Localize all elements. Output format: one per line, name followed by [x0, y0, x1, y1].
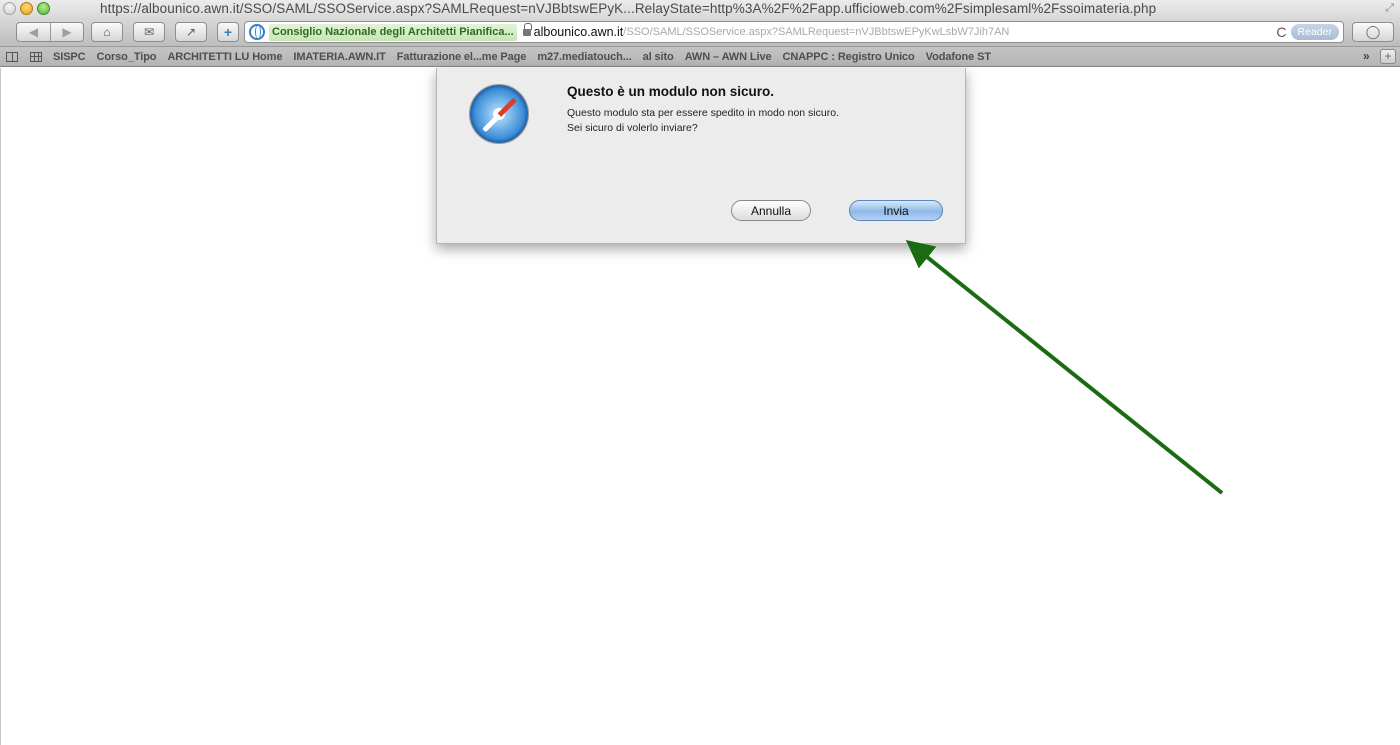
- forward-icon[interactable]: ▶: [50, 23, 83, 41]
- bookmarks-bar: SISPC Corso_Tipo ARCHITETTI LU Home IMAT…: [0, 47, 1400, 67]
- globe-icon: [249, 24, 265, 40]
- submit-button[interactable]: Invia: [849, 200, 943, 221]
- dialog-message: Questo modulo sta per essere spedito in …: [567, 107, 839, 134]
- add-bookmark-button[interactable]: +: [217, 22, 239, 42]
- toolbar: ◀ ▶ ⌂ ✉ ↗ + Consiglio Nazionale degli Ar…: [0, 18, 1400, 47]
- reading-list-icon[interactable]: [6, 51, 18, 62]
- home-icon[interactable]: ⌂: [91, 22, 123, 42]
- url-path: /SSO/SAML/SSOService.aspx?SAMLRequest=nV…: [623, 26, 1010, 38]
- lock-icon: [522, 23, 532, 37]
- compass-needle: [482, 97, 517, 133]
- safari-compass-icon: [469, 84, 529, 144]
- mail-icon[interactable]: ✉: [133, 22, 165, 42]
- bookmark-item[interactable]: SISPC: [53, 51, 86, 63]
- back-forward-buttons: ◀ ▶: [16, 22, 84, 42]
- fullscreen-icon[interactable]: ⤢: [1385, 2, 1394, 15]
- top-sites-icon[interactable]: [30, 51, 42, 62]
- bookmark-item[interactable]: al sito: [643, 51, 674, 63]
- bookmark-item[interactable]: m27.mediatouch...: [537, 51, 631, 63]
- downloads-icon[interactable]: ◯: [1352, 22, 1394, 42]
- back-icon[interactable]: ◀: [17, 23, 50, 41]
- bookmark-item[interactable]: IMATERIA.AWN.IT: [293, 51, 386, 63]
- reader-button[interactable]: Reader: [1290, 24, 1339, 40]
- window-title: https://albounico.awn.it/SSO/SAML/SSOSer…: [100, 1, 1157, 16]
- close-window-icon[interactable]: [3, 2, 16, 15]
- bookmark-item[interactable]: ARCHITETTI LU Home: [167, 51, 282, 63]
- title-bar: https://albounico.awn.it/SSO/SAML/SSOSer…: [0, 0, 1400, 18]
- url-host: albounico.awn.it: [533, 25, 624, 39]
- bookmark-item[interactable]: Fatturazione el...me Page: [397, 51, 527, 63]
- dialog-title: Questo è un modulo non sicuro.: [567, 84, 775, 99]
- browser-window: https://albounico.awn.it/SSO/SAML/SSOSer…: [0, 0, 1400, 745]
- address-bar[interactable]: Consiglio Nazionale degli Architetti Pia…: [244, 21, 1344, 43]
- bookmark-item[interactable]: Corso_Tipo: [97, 51, 157, 63]
- bookmark-item[interactable]: Vodafone ST: [926, 51, 991, 63]
- window-edge: [0, 68, 1, 745]
- new-tab-button[interactable]: +: [1380, 49, 1396, 64]
- bookmark-item[interactable]: CNAPPC : Registro Unico: [783, 51, 915, 63]
- share-icon[interactable]: ↗: [175, 22, 207, 42]
- zoom-window-icon[interactable]: [37, 2, 50, 15]
- more-bookmarks-icon[interactable]: »: [1363, 49, 1370, 63]
- cancel-button[interactable]: Annulla: [731, 200, 811, 221]
- reload-icon[interactable]: C: [1276, 24, 1286, 40]
- bookmark-item[interactable]: AWN – AWN Live: [685, 51, 772, 63]
- ev-certificate-badge[interactable]: Consiglio Nazionale degli Architetti Pia…: [269, 23, 517, 41]
- minimize-window-icon[interactable]: [20, 2, 33, 15]
- insecure-form-dialog: Questo è un modulo non sicuro. Questo mo…: [436, 68, 966, 244]
